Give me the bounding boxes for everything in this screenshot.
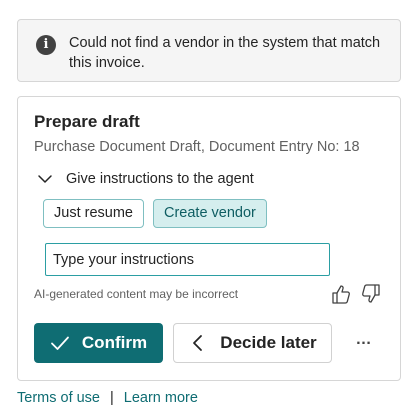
- card-title: Prepare draft: [34, 112, 140, 131]
- banner-message: Could not find a vendor in the system th…: [69, 35, 381, 71]
- card-subtitle: Purchase Document Draft, Document Entry …: [34, 139, 360, 155]
- more-options-button[interactable]: …: [350, 330, 378, 356]
- create-vendor-chip[interactable]: Create vendor: [153, 199, 267, 228]
- ai-disclaimer: AI-generated content may be incorrect: [34, 287, 239, 301]
- thumbs-up-icon[interactable]: [331, 283, 351, 305]
- footer: Terms of use | Learn more: [17, 390, 198, 406]
- instructions-input[interactable]: [45, 243, 330, 276]
- learn-more-link[interactable]: Learn more: [124, 390, 198, 406]
- thumbs-down-icon[interactable]: [361, 283, 381, 305]
- instructions-toggle[interactable]: Give instructions to the agent: [36, 168, 254, 190]
- confirm-button-label: Confirm: [81, 333, 148, 352]
- footer-separator: |: [110, 390, 114, 406]
- info-banner: i Could not find a vendor in the system …: [17, 19, 401, 82]
- terms-of-use-link[interactable]: Terms of use: [17, 390, 100, 406]
- instructions-toggle-label: Give instructions to the agent: [66, 171, 254, 187]
- decide-later-button-label: Decide later: [220, 333, 317, 352]
- info-icon: i: [36, 35, 56, 55]
- decide-later-button[interactable]: Decide later: [173, 323, 332, 363]
- just-resume-chip[interactable]: Just resume: [43, 199, 144, 228]
- checkmark-icon: [51, 336, 69, 350]
- prepare-draft-card: Prepare draft Purchase Document Draft, D…: [17, 96, 401, 381]
- chevron-down-icon: [38, 175, 52, 183]
- chevron-left-icon: [193, 335, 203, 351]
- confirm-button[interactable]: Confirm: [34, 323, 163, 363]
